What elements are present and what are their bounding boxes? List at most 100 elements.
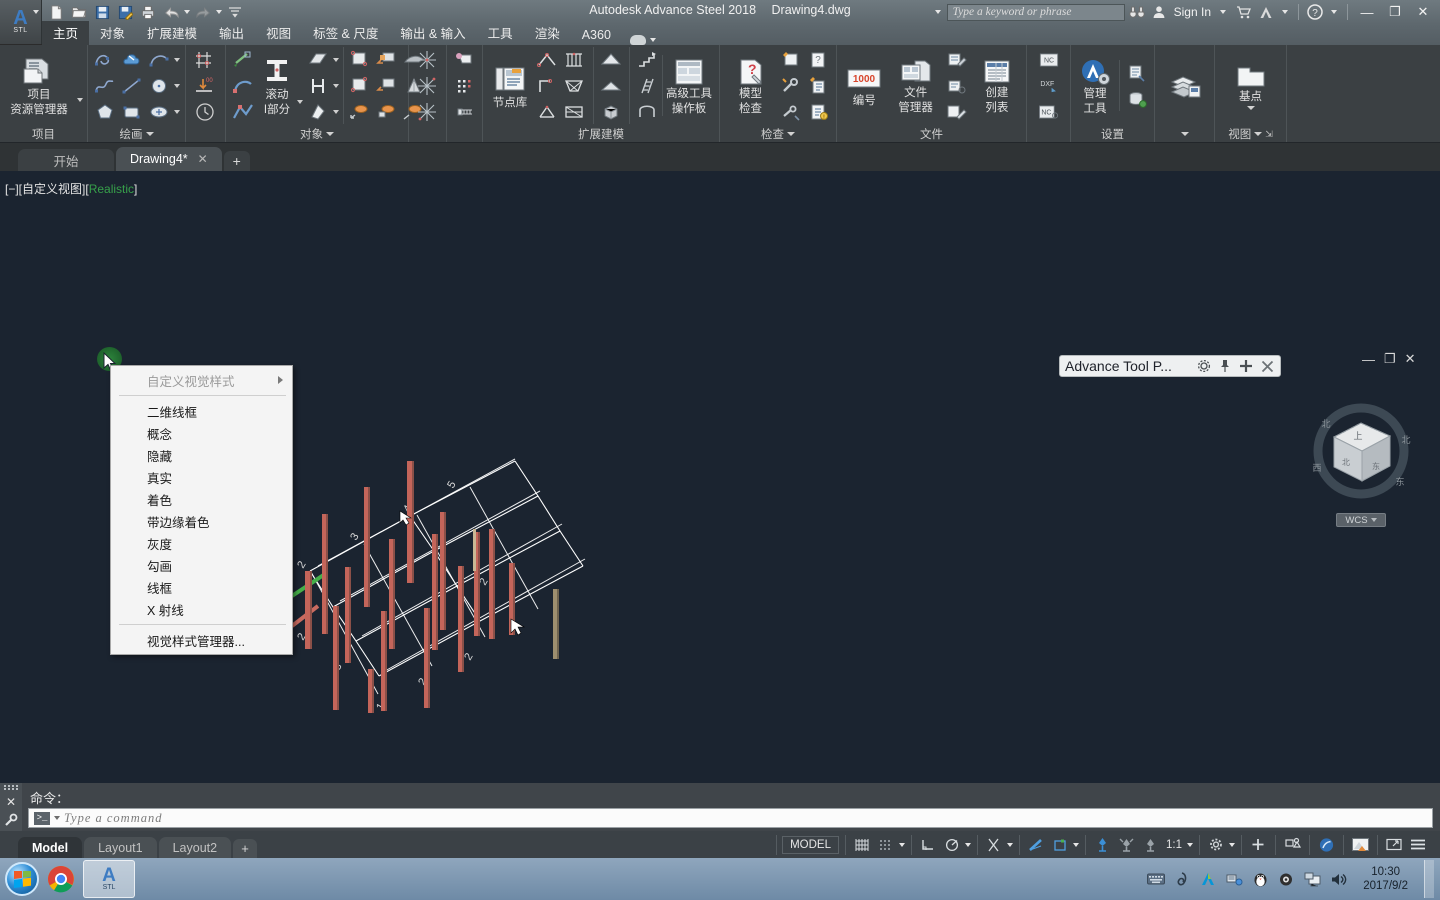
- drawing-style-icon[interactable]: [944, 73, 970, 98]
- application-menu-button[interactable]: A STL: [0, 0, 42, 44]
- connection-vault-button[interactable]: 节点库: [487, 62, 533, 110]
- ribbon-tab-output[interactable]: 输出: [208, 21, 255, 45]
- layout-tab-model[interactable]: Model: [18, 837, 83, 858]
- context-item-2d-wireframe[interactable]: 二维线框: [111, 400, 292, 422]
- binoculars-icon[interactable]: [1127, 2, 1147, 22]
- defaults-icon[interactable]: [1124, 60, 1150, 85]
- redo-dropdown-icon[interactable]: [216, 10, 222, 14]
- ribbon-tab-labels-dimensions[interactable]: 标签 & 尺度: [302, 21, 389, 45]
- redo-icon[interactable]: [193, 2, 213, 22]
- ucs-selector[interactable]: WCS: [1336, 513, 1386, 527]
- plate-fold-icon[interactable]: [305, 73, 331, 98]
- ime-icon[interactable]: [1173, 870, 1191, 888]
- clock-icon[interactable]: [193, 99, 219, 124]
- command-input-row[interactable]: >_: [28, 808, 1433, 828]
- lineweight-icon[interactable]: [1025, 835, 1047, 855]
- undo-icon[interactable]: [161, 2, 181, 22]
- frame-icon[interactable]: [535, 73, 561, 98]
- create-list-button[interactable]: 创建 列表: [972, 56, 1022, 115]
- autodesk-tray-icon[interactable]: [1199, 870, 1217, 888]
- ellipse-flyout-icon[interactable]: [174, 109, 180, 114]
- grid-display-icon[interactable]: [851, 835, 873, 855]
- ribbon-tab-objects[interactable]: 对象: [89, 21, 136, 45]
- context-item-shaded[interactable]: 着色: [111, 488, 292, 510]
- circle-icon[interactable]: [146, 73, 172, 98]
- audit-icon[interactable]: [779, 47, 805, 72]
- plate-icon[interactable]: [305, 47, 331, 72]
- sign-in-dropdown-icon[interactable]: [1220, 10, 1226, 14]
- shear-stud-icon[interactable]: [415, 99, 441, 124]
- beam-curve-icon[interactable]: [230, 73, 256, 98]
- chevron-down-icon[interactable]: [1180, 132, 1189, 136]
- close-icon[interactable]: ✕: [1405, 351, 1416, 367]
- ribbon-tab-home[interactable]: 主页: [42, 21, 90, 45]
- circle-flyout-icon[interactable]: [174, 83, 180, 88]
- transparency-icon[interactable]: [1049, 835, 1071, 855]
- update-icon[interactable]: [806, 73, 832, 98]
- tools-check-icon[interactable]: [779, 73, 805, 98]
- ribbon-tab-render[interactable]: 渲染: [524, 21, 571, 45]
- move-icon[interactable]: [1238, 358, 1254, 374]
- project-explorer-button[interactable]: 项目 资源管理器: [4, 54, 74, 117]
- polygon-icon[interactable]: [92, 99, 118, 124]
- database-icon[interactable]: [1124, 86, 1150, 111]
- user-icon[interactable]: [1149, 2, 1169, 22]
- chevron-down-icon[interactable]: [326, 132, 334, 136]
- nc-export-icon[interactable]: NC: [1036, 99, 1062, 124]
- new-drawing-tab-button[interactable]: +: [223, 151, 250, 171]
- close-icon[interactable]: ✕: [6, 795, 16, 809]
- anchor-bolt-icon[interactable]: [452, 99, 478, 124]
- portal-frame-icon[interactable]: [535, 47, 561, 72]
- panel-dialog-launcher-icon[interactable]: ⇲: [1265, 129, 1273, 140]
- restore-icon[interactable]: ❐: [1382, 1, 1408, 23]
- layout-tab-layout2[interactable]: Layout2: [158, 837, 232, 858]
- context-item-wireframe[interactable]: 线框: [111, 576, 292, 598]
- model-paper-toggle[interactable]: MODEL: [782, 835, 839, 854]
- plate-bend-flyout-icon[interactable]: [333, 109, 339, 114]
- customize-qat-icon[interactable]: [225, 2, 245, 22]
- minimize-icon[interactable]: —: [1362, 352, 1375, 367]
- qq-penguin-icon[interactable]: [1251, 870, 1269, 888]
- hardware-accel-icon[interactable]: [1383, 835, 1405, 855]
- plate-fold-flyout-icon[interactable]: [333, 83, 339, 88]
- revision-cloud-icon[interactable]: [119, 47, 145, 72]
- stair-icon[interactable]: [634, 47, 660, 72]
- plot-icon[interactable]: [138, 2, 158, 22]
- gear-icon[interactable]: [1196, 358, 1212, 374]
- grating-icon[interactable]: [415, 47, 441, 72]
- cart-icon[interactable]: [1234, 2, 1254, 22]
- bolt-icon[interactable]: [347, 99, 373, 124]
- object-snap-icon[interactable]: [983, 835, 1005, 855]
- lattice-icon[interactable]: [562, 73, 588, 98]
- search-input[interactable]: [952, 6, 1124, 18]
- ribbon-tab-view[interactable]: 视图: [255, 21, 302, 45]
- context-item-sketchy[interactable]: 勾画: [111, 554, 292, 576]
- ribbon-tab-tools[interactable]: 工具: [477, 21, 524, 45]
- taskbar-item-advance-steel[interactable]: A STL: [83, 860, 135, 898]
- bolt-pattern-icon[interactable]: [452, 73, 478, 98]
- autodesk-dropdown-icon[interactable]: [1282, 10, 1288, 14]
- railing-icon[interactable]: [634, 99, 660, 124]
- scale-dropdown-icon[interactable]: [1187, 842, 1193, 847]
- dxf-icon[interactable]: DXF: [1036, 73, 1062, 98]
- wall-icon[interactable]: [598, 73, 624, 98]
- roof-icon[interactable]: [598, 47, 624, 72]
- isolate-objects-icon[interactable]: [1281, 835, 1303, 855]
- snap-dropdown-icon[interactable]: [899, 842, 905, 847]
- ortho-icon[interactable]: [917, 835, 939, 855]
- context-item-hidden[interactable]: 隐藏: [111, 444, 292, 466]
- view-cube[interactable]: 上 东 北 北 北 西 东: [1296, 403, 1426, 503]
- chevron-down-icon[interactable]: [787, 132, 795, 136]
- show-desktop-button[interactable]: [1424, 860, 1434, 898]
- rolled-i-section-button[interactable]: 滚动 I部分: [260, 54, 294, 117]
- save-icon[interactable]: [92, 2, 112, 22]
- save-as-icon[interactable]: [115, 2, 135, 22]
- drawing-tab-drawing4[interactable]: Drawing4* ✕: [116, 147, 222, 171]
- chevron-down-icon[interactable]: [145, 132, 154, 136]
- drawing-process-icon[interactable]: [944, 47, 970, 72]
- close-icon[interactable]: ✕: [198, 152, 208, 166]
- close-icon[interactable]: ✕: [1410, 1, 1436, 23]
- display-dropdown-icon[interactable]: [1073, 842, 1079, 847]
- project-explorer-flyout-icon[interactable]: [77, 98, 83, 102]
- sign-in-button[interactable]: Sign In: [1171, 5, 1214, 19]
